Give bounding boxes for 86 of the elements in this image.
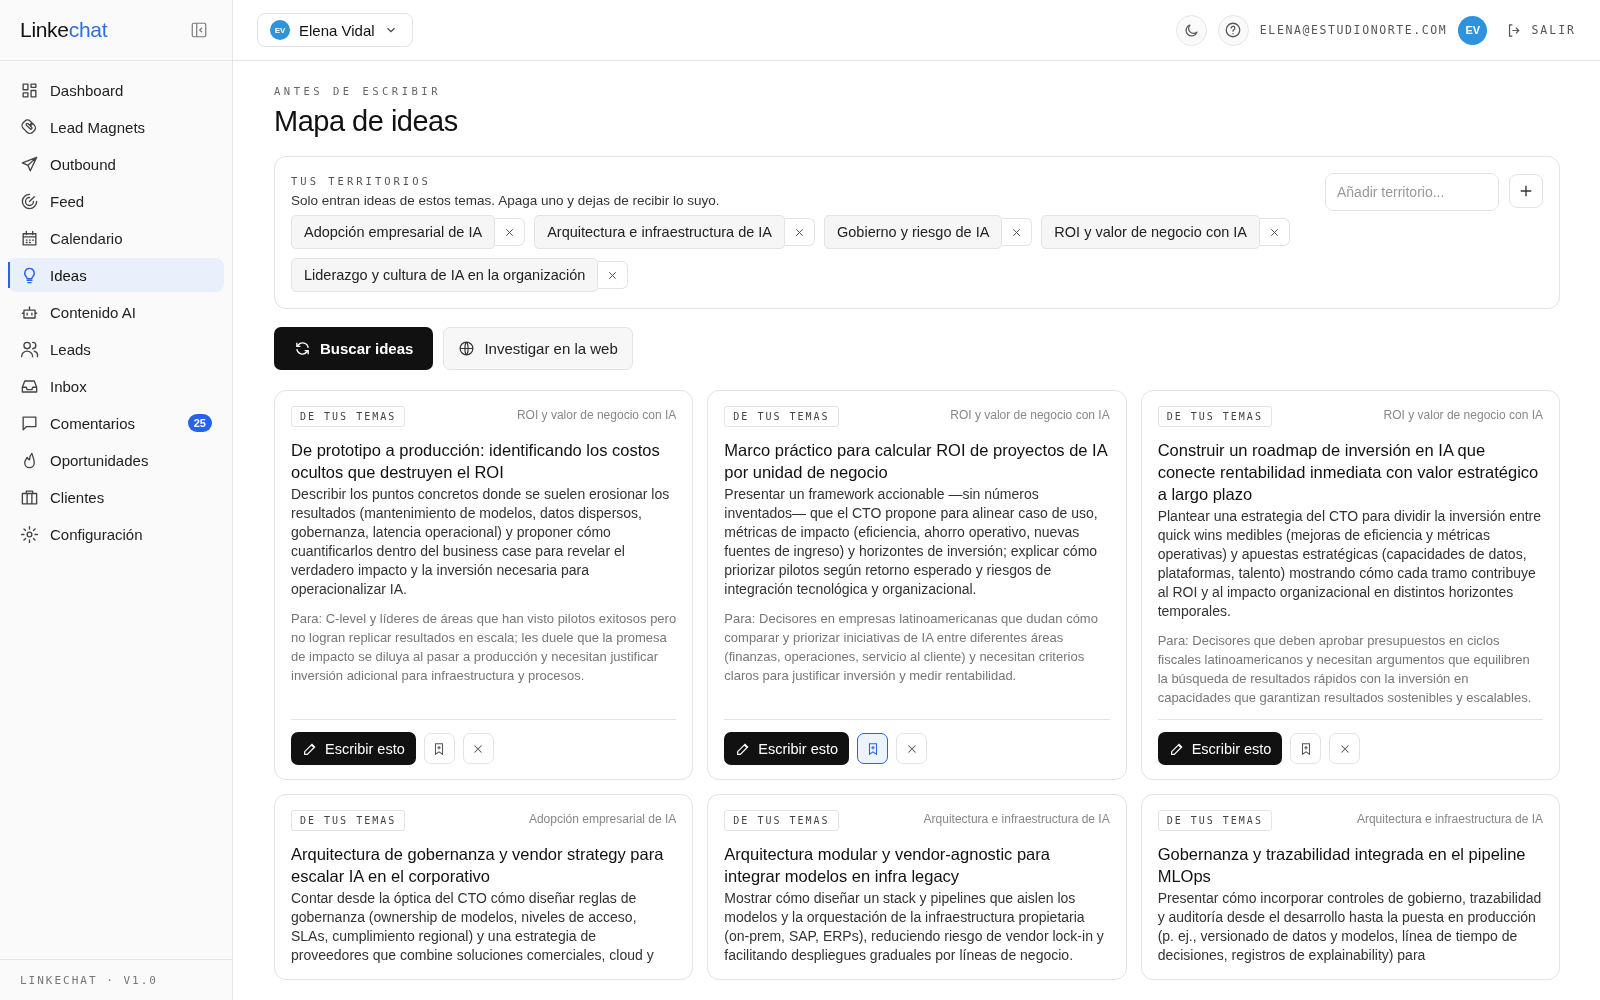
remove-button[interactable] (785, 218, 815, 246)
idea-title: Construir un roadmap de inversión en IA que conecte rentabilidad inmediata con valor estratégico a largo plazo (1157, 440, 1540, 505)
nav-item[interactable]: Comentarios 25 (8, 406, 224, 440)
web-research-button[interactable]: Investigar en la web (443, 327, 633, 370)
nav-item[interactable]: Calendario (8, 221, 224, 255)
nav-item[interactable]: Ideas (8, 258, 224, 292)
idea-title: Gobernanza y trazabilidad integrada en el pipeline MLOps (1157, 844, 1527, 887)
nav-item[interactable]: Lead Magnets (8, 110, 224, 144)
user-email: ELENA@ESTUDIONORTE.COM (1259, 23, 1448, 37)
source-tag: DE TUS TEMAS (291, 810, 406, 831)
dismiss-button[interactable] (462, 733, 494, 764)
refresh-icon (294, 340, 311, 357)
nav-item[interactable]: Clientes (8, 480, 224, 514)
source-tag: DE TUS TEMAS (724, 406, 839, 427)
radar-icon (20, 191, 39, 211)
idea-title: Marco práctico para calcular ROI de proyectos de IA por unidad de negocio (724, 440, 1109, 483)
dismiss-button[interactable] (1329, 733, 1361, 764)
idea-description: Mostrar cómo diseñar un stack y pipelines que aislen los modelos y la orquestación de la infraestructura propietaria (on-prem, SAP, ERPs), reduciendo riesgo de vendor lock-in y facilitando despliegues graduales por líneas de negocio. (724, 889, 1105, 965)
logout-button[interactable]: SALIR (1506, 21, 1576, 39)
users-icon (20, 339, 39, 359)
idea-description: Contar desde la óptica del CTO cómo diseñar reglas de gobernanza (ownership de modelos, niveles de acceso, SLAs, cumplimiento regional) y una estrategia de proveedores que combine soluciones comerciales, cloud y (291, 889, 655, 965)
section-description: Solo entran ideas de estos temas. Apaga uno y dejas de recibir lo suyo. (291, 193, 721, 208)
nav-item[interactable]: Contenido AI (8, 295, 224, 329)
topic-label: ROI y valor de negocio con IA (950, 408, 1110, 422)
remove-button[interactable] (495, 218, 526, 246)
remove-button[interactable] (1002, 218, 1033, 246)
page-title: Mapa de ideas (274, 105, 459, 138)
grid-icon (20, 80, 39, 100)
nav-item[interactable]: Oportunidades (8, 443, 224, 477)
chat-icon (20, 413, 39, 433)
topic-label: Adopción empresarial de IA (528, 812, 677, 826)
topic-label: Arquitectura e infraestructura de IA (1356, 812, 1543, 826)
add-button[interactable] (1509, 174, 1543, 208)
nav-item[interactable]: Leads (8, 332, 224, 366)
source-tag: DE TUS TEMAS (1157, 810, 1272, 831)
source-tag: DE TUS TEMAS (1157, 406, 1272, 427)
idea-description: Presentar cómo incorporar controles de gobierno, trazabilidad y auditoría desde el desarrollo hasta la puesta en producción (p. ej., versionado de datos y modelos, línea de tiempo de decisiones, registros de explainability) para (1157, 889, 1543, 965)
territory-input[interactable]: Añadir territorio... (1325, 173, 1499, 211)
idea-description: Presentar un framework accionable —sin números inventados— que el CTO propone para alinear caso de uso, métricas de impacto (eficiencia, ahorro operativo, nuevas fuentes de ingreso) y horizontes de inversión; explicar cómo priorizar pilotos según retorno esperado y riesgos de integración tecnológica y organizacional. (724, 485, 1099, 599)
source-tag: DE TUS TEMAS (291, 406, 406, 427)
topic-label: ROI y valor de negocio con IA (1383, 408, 1543, 422)
nav-item[interactable]: Dashboard (8, 73, 224, 107)
theme-toggle-button[interactable] (1175, 14, 1207, 46)
sidebar-collapse-icon[interactable] (190, 21, 208, 39)
help-button[interactable] (1217, 14, 1249, 46)
territory-chip[interactable]: Gobierno y riesgo de IA (824, 215, 1003, 249)
avatar: EV (270, 20, 290, 40)
source-tag: DE TUS TEMAS (724, 810, 839, 831)
globe-icon (458, 340, 476, 357)
count-badge: 25 (187, 414, 212, 432)
page-eyebrow: ANTES DE ESCRIBIR (274, 85, 442, 97)
topic-label: ROI y valor de negocio con IA (516, 408, 677, 422)
nav-item[interactable]: Configuración (8, 517, 224, 551)
territory-chip[interactable]: Liderazgo y cultura de IA en la organización (291, 258, 599, 292)
audience-text: Para: C-level y líderes de áreas que han visto pilotos exitosos pero no logran replicar resultados en escala; les duele que la promesa de impacto se diluya al pasar a producción y necesitan justificar inversión adicional para infraestructura y procesos. (291, 610, 677, 685)
territory-chip[interactable]: ROI y valor de negocio con IA (1041, 215, 1260, 249)
write-button[interactable]: Escribir esto (1157, 732, 1283, 765)
nav-item[interactable]: Feed (8, 184, 224, 218)
remove-button[interactable] (598, 261, 629, 289)
remove-button[interactable] (1260, 218, 1290, 246)
territory-chip[interactable]: Arquitectura e infraestructura de IA (534, 215, 785, 249)
topic-label: Arquitectura e infraestructura de IA (923, 812, 1110, 826)
calendar-icon (20, 228, 39, 248)
briefcase-icon (20, 487, 39, 507)
bookmark-button[interactable] (857, 733, 889, 764)
write-button[interactable]: Escribir esto (724, 732, 850, 765)
dismiss-button[interactable] (896, 733, 928, 764)
send-icon (20, 154, 39, 174)
app-logo: Linkechat (20, 18, 108, 42)
idea-title: De prototipo a producción: identificando los costos ocultos que destruyen el ROI (291, 440, 661, 483)
section-heading: TUS TERRITORIOS (291, 175, 432, 187)
account-switcher[interactable]: EV Elena Vidal (257, 13, 413, 47)
moon-icon (1182, 21, 1200, 39)
audience-text: Para: Decisores en empresas latinoamericanas que dudan cómo comparar y priorizar iniciativas de IA entre diferentes áreas (finanzas, operaciones, servicio al cliente) y necesitan criterios claros para justificar inversión y medir rentabilidad. (724, 610, 1099, 685)
write-button[interactable]: Escribir esto (291, 732, 416, 765)
help-icon (1224, 21, 1243, 39)
territory-chip[interactable]: Adopción empresarial de IA (291, 215, 496, 249)
idea-description: Describir los puntos concretos donde se suelen erosionar los resultados (mantenimiento de modelos, datos dispersos, gobernanza, latencia operacional) y proponer cómo cuantificarlos dentro del business case para revelar el verdadero impacto y la inversión necesaria para operacionalizar IA. (291, 485, 671, 599)
audience-text: Para: Decisores que deben aprobar presupuestos en ciclos fiscales latinoamericanos y necesitan argumentos que equilibren la búsqueda de resultados rápidos con la inversión en capacidades que garantizan resultados sostenibles y escalables. (1157, 632, 1533, 707)
idea-title: Arquitectura modular y vendor-agnostic para integrar modelos en infra legacy (724, 844, 1051, 887)
version-label: LINKECHAT · V1.0 (0, 959, 232, 1000)
search-ideas-button[interactable]: Buscar ideas (274, 327, 434, 370)
nav-item[interactable]: Outbound (8, 147, 224, 181)
idea-description: Plantear una estrategia del CTO para dividir la inversión entre quick wins medibles (mejoras de eficiencia y métricas operativas) y apuestas estratégicas (capacidades de datos, plataformas, talento) mostrando cómo cada tramo contribuye al ROI y al impacto organizacional en distintos horizontes temporales. (1157, 507, 1543, 621)
idea-title: Arquitectura de gobernanza y vendor strategy para escalar IA en el corporativo (291, 844, 665, 887)
nav-item[interactable]: Inbox (8, 369, 224, 403)
